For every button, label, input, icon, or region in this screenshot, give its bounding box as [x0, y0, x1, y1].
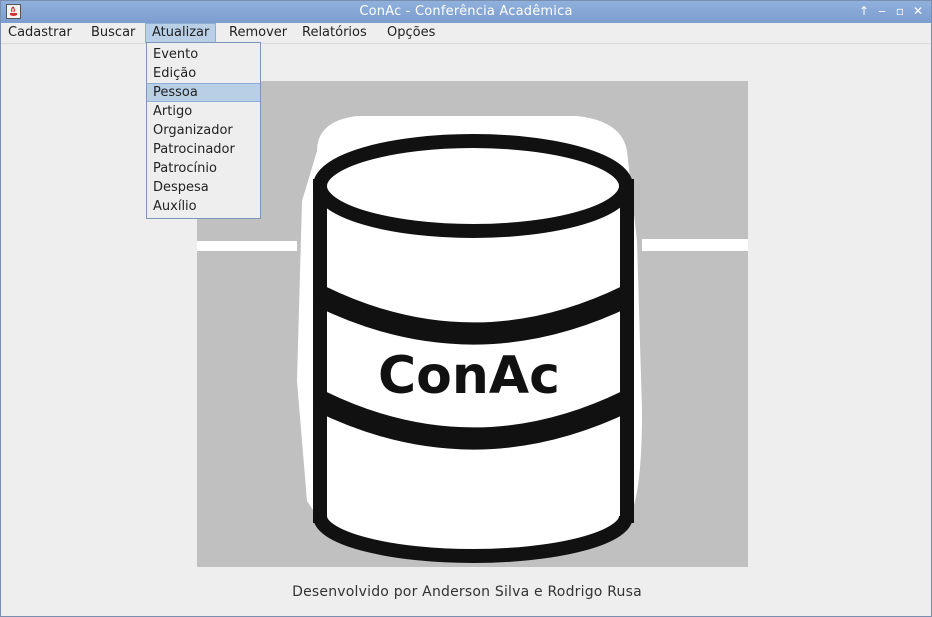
menu-item-artigo[interactable]: Artigo: [147, 102, 260, 121]
database-cylinder-icon: ConAc: [197, 116, 748, 563]
minimize-icon[interactable]: ‒: [874, 3, 890, 19]
window-title: ConAc - Conferência Acadêmica: [359, 4, 573, 19]
menu-item-patrocinador[interactable]: Patrocinador: [147, 140, 260, 159]
restore-icon[interactable]: ▫: [892, 3, 908, 19]
footer-credit: Desenvolvido por Anderson Silva e Rodrig…: [292, 584, 642, 600]
logo-text: ConAc: [378, 346, 560, 406]
title-bar[interactable]: ConAc - Conferência Acadêmica ↑ ‒ ▫ ✕: [1, 1, 931, 23]
close-icon[interactable]: ✕: [910, 3, 926, 19]
menu-relatorios[interactable]: Relatórios: [296, 23, 373, 43]
menu-item-auxilio[interactable]: Auxílio: [147, 197, 260, 216]
menu-item-evento[interactable]: Evento: [147, 45, 260, 64]
menu-cadastrar[interactable]: Cadastrar: [2, 23, 78, 43]
menu-atualizar[interactable]: Atualizar: [145, 23, 217, 43]
atualizar-dropdown: Evento Edição Pessoa Artigo Organizador …: [146, 42, 261, 219]
app-window: ConAc - Conferência Acadêmica ↑ ‒ ▫ ✕ Ca…: [0, 0, 932, 617]
menu-item-despesa[interactable]: Despesa: [147, 178, 260, 197]
logo-panel: ConAc: [197, 81, 748, 567]
menu-item-pessoa[interactable]: Pessoa: [147, 83, 260, 102]
menu-item-organizador[interactable]: Organizador: [147, 121, 260, 140]
menu-item-edicao[interactable]: Edição: [147, 64, 260, 83]
menu-remover[interactable]: Remover: [223, 23, 293, 43]
menu-bar: Cadastrar Buscar Atualizar Remover Relat…: [1, 23, 931, 44]
menu-item-patrocinio[interactable]: Patrocínio: [147, 159, 260, 178]
maximize-up-icon[interactable]: ↑: [856, 3, 872, 19]
menu-buscar[interactable]: Buscar: [85, 23, 141, 43]
menu-opcoes[interactable]: Opções: [381, 23, 441, 43]
